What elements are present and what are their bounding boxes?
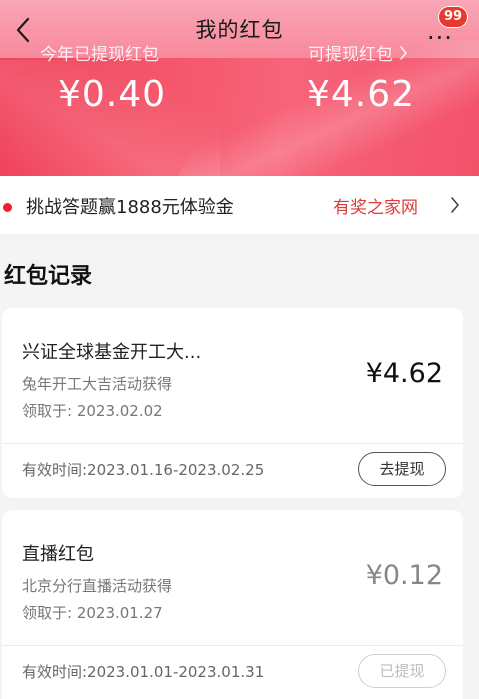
record-card: 直播红包 北京分行直播活动获得 领取于: 2023.01.27 ¥0.12 有效… (2, 510, 463, 699)
record-name: 兴证全球基金开工大... (22, 342, 202, 363)
divider (2, 645, 463, 646)
record-date: 领取于: 2023.02.02 (22, 402, 163, 420)
record-valid-period: 有效时间:2023.01.16-2023.02.25 (22, 461, 265, 479)
more-dots-icon: ··· (427, 24, 453, 52)
divider (2, 443, 463, 444)
record-date: 领取于: 2023.01.27 (22, 604, 163, 622)
available-value: ¥4.62 (307, 74, 416, 115)
red-dot-icon (3, 203, 12, 212)
record-amount: ¥0.12 (365, 560, 443, 591)
record-source: 兔年开工大吉活动获得 (22, 375, 173, 393)
withdrawn-value: ¥0.40 (58, 74, 167, 115)
chevron-right-icon (451, 197, 459, 213)
notification-badge: 99 (438, 6, 469, 28)
chevron-right-icon (400, 45, 407, 60)
promo-text: 挑战答题赢1888元体验金 (26, 197, 234, 218)
record-amount: ¥4.62 (365, 358, 443, 389)
section-title: 红包记录 (4, 264, 93, 289)
promo-brand: 有奖之家网 (333, 198, 418, 218)
record-source: 北京分行直播活动获得 (22, 577, 173, 595)
withdrawn-label: 今年已提现红包 (40, 45, 159, 65)
record-name: 直播红包 (22, 544, 94, 565)
promo-notice-bar[interactable]: 挑战答题赢1888元体验金 有奖之家网 (0, 176, 479, 234)
available-label: 可提现红包 (308, 45, 393, 65)
withdraw-button[interactable]: 去提现 (358, 452, 446, 486)
record-card: 兴证全球基金开工大... 兔年开工大吉活动获得 领取于: 2023.02.02 … (2, 308, 463, 498)
withdrawn-status-button[interactable]: 已提现 (358, 654, 446, 688)
available-link[interactable]: 可提现红包 (308, 40, 408, 65)
record-valid-period: 有效时间:2023.01.01-2023.01.31 (22, 663, 265, 681)
header-banner: 我的红包 ··· 99 今年已提现红包 ¥0.40 可提现红包 ¥4.62 (0, 0, 479, 176)
